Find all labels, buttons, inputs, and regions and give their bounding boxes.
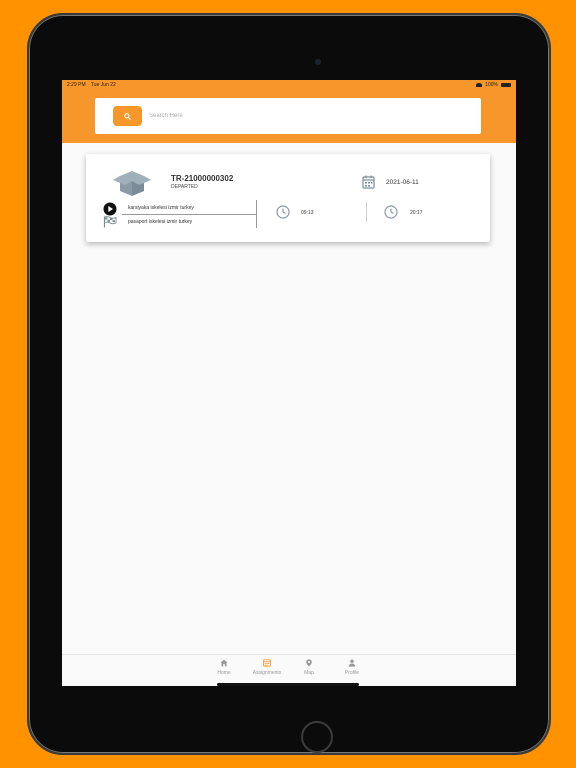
route-divider: [122, 214, 256, 215]
home-icon: [220, 659, 228, 667]
nav-item-home[interactable]: Home: [204, 659, 244, 676]
arrival-time: 20:17: [410, 210, 423, 216]
assignments-icon: [263, 659, 271, 667]
person-icon: [348, 659, 356, 667]
search-button[interactable]: [113, 106, 142, 126]
search-input[interactable]: [149, 113, 449, 119]
order-status: DEPARTED: [171, 184, 198, 190]
assignment-card[interactable]: TR-21000000302 DEPARTED 2021-06-11 karsi…: [86, 154, 490, 242]
play-icon: [103, 202, 117, 216]
departure-clock-icon: [276, 205, 290, 219]
nav-label-assignments: Assignments: [252, 670, 282, 676]
status-left: 2:29 PM Tue Jun 22: [67, 82, 120, 88]
nav-item-map[interactable]: Map: [289, 659, 329, 676]
order-id: TR-21000000302: [171, 174, 234, 183]
nav-item-profile[interactable]: Profile: [332, 659, 372, 676]
bottom-navigation: Home Assignments Map Profile: [62, 654, 516, 686]
status-time: 2:29 PM: [67, 81, 86, 88]
status-date: Tue Jun 22: [90, 81, 116, 88]
status-right: 100%: [476, 82, 511, 88]
battery-icon: [501, 82, 511, 87]
status-bar: 2:29 PM Tue Jun 22 100%: [62, 80, 516, 89]
origin-location: karsiyaka iskelesi izmir turkey: [128, 205, 194, 211]
front-camera: [315, 59, 321, 65]
destination-location: pasaport iskelesi izmir turkey: [128, 219, 193, 225]
nav-label-home: Home: [217, 670, 231, 676]
column-divider: [256, 200, 257, 228]
home-indicator: [217, 683, 359, 686]
nav-label-map: Map: [304, 670, 314, 676]
search-bar: [95, 98, 481, 134]
home-hardware-button[interactable]: [301, 721, 333, 753]
calendar-icon: [362, 175, 375, 189]
departure-time: 09:13: [301, 210, 314, 216]
app-header: 2:29 PM Tue Jun 22 100%: [62, 80, 516, 143]
battery-percent: 100%: [485, 81, 498, 88]
nav-label-profile: Profile: [344, 670, 360, 676]
arrival-clock-icon: [384, 205, 398, 219]
wifi-icon: [476, 82, 483, 87]
checkered-flag-icon: [103, 216, 117, 228]
nav-item-assignments[interactable]: Assignments: [247, 659, 287, 676]
app-screen: 2:29 PM Tue Jun 22 100% Search Here TR-2…: [62, 80, 516, 686]
package-box-icon: [113, 171, 151, 196]
search-icon: [124, 112, 131, 120]
time-divider: [366, 202, 367, 222]
map-pin-icon: [306, 659, 312, 667]
assignment-date: 2021-06-11: [386, 179, 419, 186]
